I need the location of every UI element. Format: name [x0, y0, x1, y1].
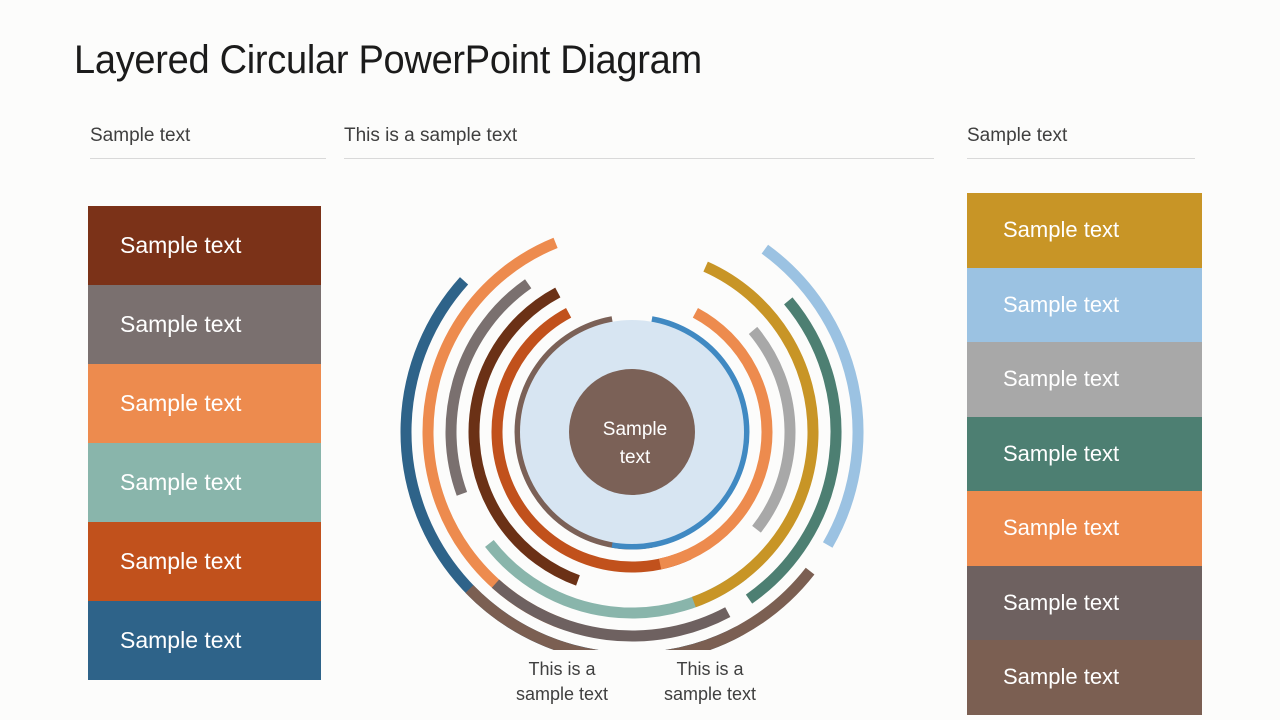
column-header-right-divider [967, 158, 1195, 159]
column-header-right-label: Sample text [967, 125, 1068, 146]
caption-left-line-2: sample text [515, 684, 609, 704]
list-item[interactable]: Sample text [967, 565, 1202, 640]
caption-left: This is a sample text [497, 657, 627, 707]
column-header-center: This is a sample text [344, 125, 934, 159]
list-item[interactable]: Sample text [967, 267, 1202, 342]
page-title: Layered Circular PowerPoint Diagram [74, 38, 702, 82]
list-item[interactable]: Sample text [967, 491, 1202, 566]
diagram-canvas [400, 237, 864, 650]
list-item[interactable]: Sample text [967, 640, 1202, 715]
column-header-left: Sample text [90, 125, 326, 159]
left-legend-list: Sample text Sample text Sample text Samp… [88, 206, 321, 680]
right-legend-list: Sample text Sample text Sample text Samp… [967, 193, 1202, 715]
column-header-left-label: Sample text [90, 125, 191, 146]
list-item-label: Sample text [1003, 440, 1120, 466]
list-item-label: Sample text [120, 469, 242, 495]
list-item[interactable]: Sample text [967, 193, 1202, 268]
list-item[interactable]: Sample text [88, 443, 321, 522]
list-item[interactable]: Sample text [88, 364, 321, 443]
column-header-left-divider [90, 158, 326, 159]
list-item-label: Sample text [1003, 664, 1120, 690]
caption-right: This is a sample text [645, 657, 775, 707]
list-item[interactable]: Sample text [88, 206, 321, 285]
list-item-label: Sample text [1003, 589, 1120, 615]
caption-right-line-1: This is a [676, 659, 744, 679]
list-item-label: Sample text [120, 390, 242, 416]
layered-circular-diagram: Sample text [380, 230, 890, 650]
column-header-right: Sample text [967, 125, 1195, 159]
list-item[interactable]: Sample text [88, 522, 321, 601]
column-header-center-label: This is a sample text [344, 125, 518, 146]
caption-left-line-1: This is a [528, 659, 596, 679]
list-item-label: Sample text [120, 548, 242, 574]
list-item-label: Sample text [1003, 515, 1120, 541]
list-item-label: Sample text [1003, 291, 1120, 317]
caption-right-line-2: sample text [663, 684, 757, 704]
list-item[interactable]: Sample text [967, 416, 1202, 491]
center-circle[interactable] [569, 369, 695, 495]
list-item-label: Sample text [120, 311, 242, 337]
list-item[interactable]: Sample text [967, 342, 1202, 417]
list-item-label: Sample text [120, 232, 242, 258]
list-item-label: Sample text [1003, 366, 1120, 392]
list-item[interactable]: Sample text [88, 601, 321, 680]
list-item-label: Sample text [120, 627, 242, 653]
column-header-center-divider [344, 158, 934, 159]
list-item[interactable]: Sample text [88, 285, 321, 364]
list-item-label: Sample text [1003, 217, 1120, 243]
